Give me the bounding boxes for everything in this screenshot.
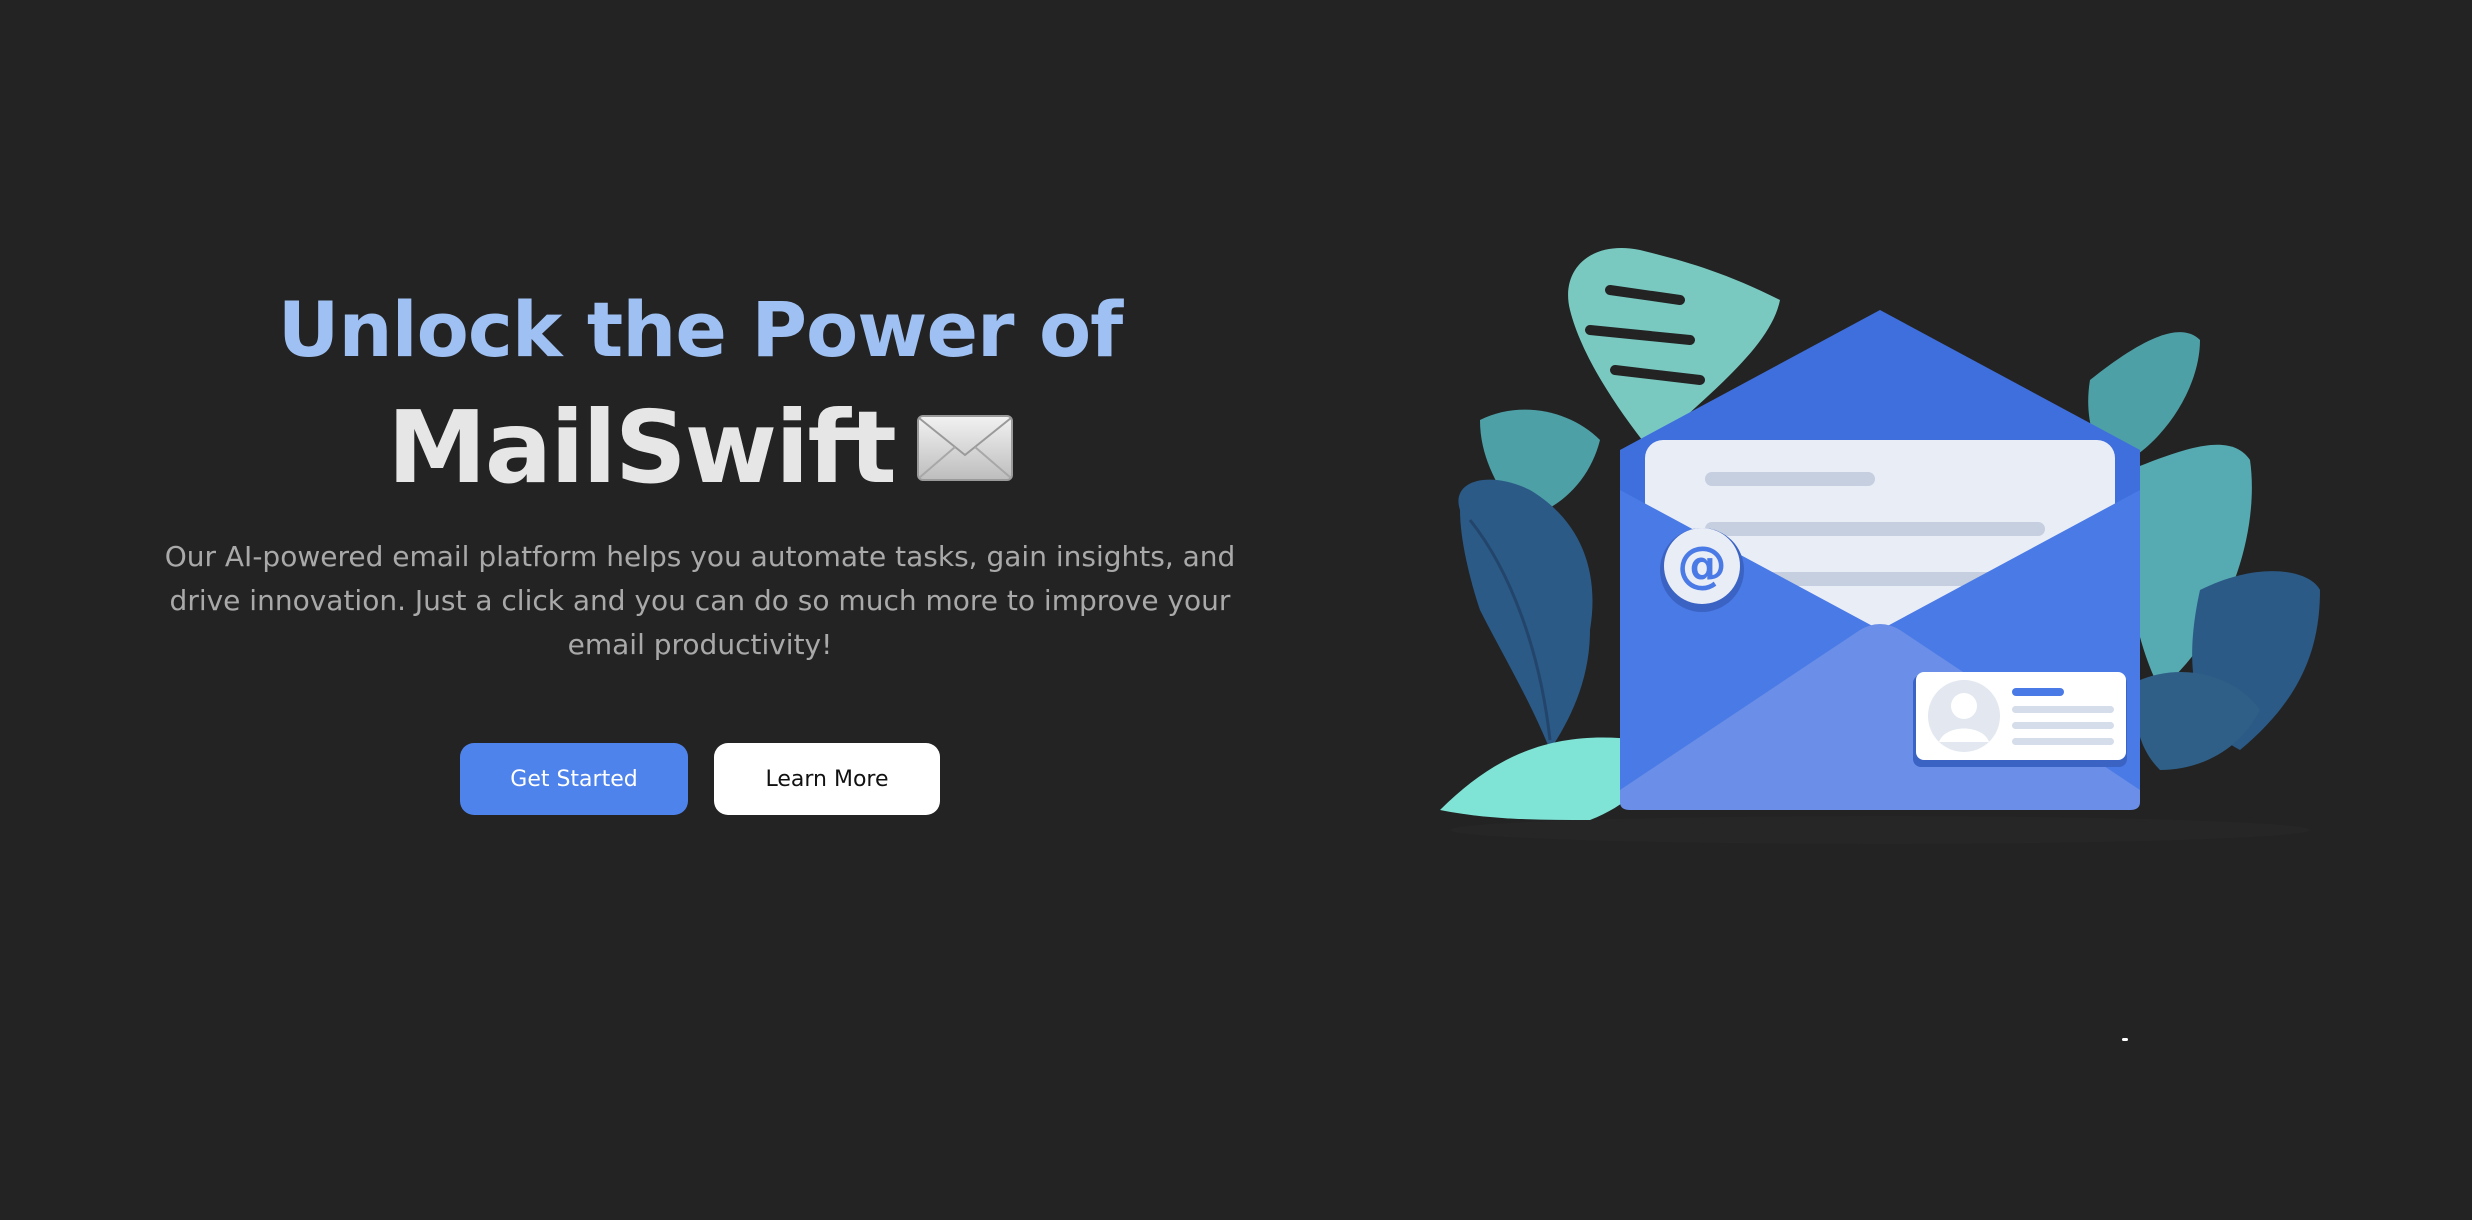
ground-shadow xyxy=(1450,816,2310,844)
learn-more-button[interactable]: Learn More xyxy=(714,743,940,815)
email-envelope-illustration: @ xyxy=(1440,248,2320,844)
envelope-emoji-icon xyxy=(916,415,1013,481)
headline-tagline: Unlock the Power of xyxy=(277,285,1123,374)
decorative-dot xyxy=(2122,1038,2128,1041)
landing-page: Unlock the Power of MailSwift Our AI-pow… xyxy=(0,0,2472,1220)
brand-name: MailSwift xyxy=(387,389,897,506)
at-symbol-icon: @ xyxy=(1660,528,1744,612)
get-started-button[interactable]: Get Started xyxy=(460,743,688,815)
hero-description: Our AI-powered email platform helps you … xyxy=(164,540,1236,661)
hero-buttons: Get Started Learn More xyxy=(0,743,1400,815)
svg-text:@: @ xyxy=(1677,536,1727,594)
contact-card xyxy=(1913,672,2127,767)
headline-brand: MailSwift xyxy=(0,388,1400,508)
